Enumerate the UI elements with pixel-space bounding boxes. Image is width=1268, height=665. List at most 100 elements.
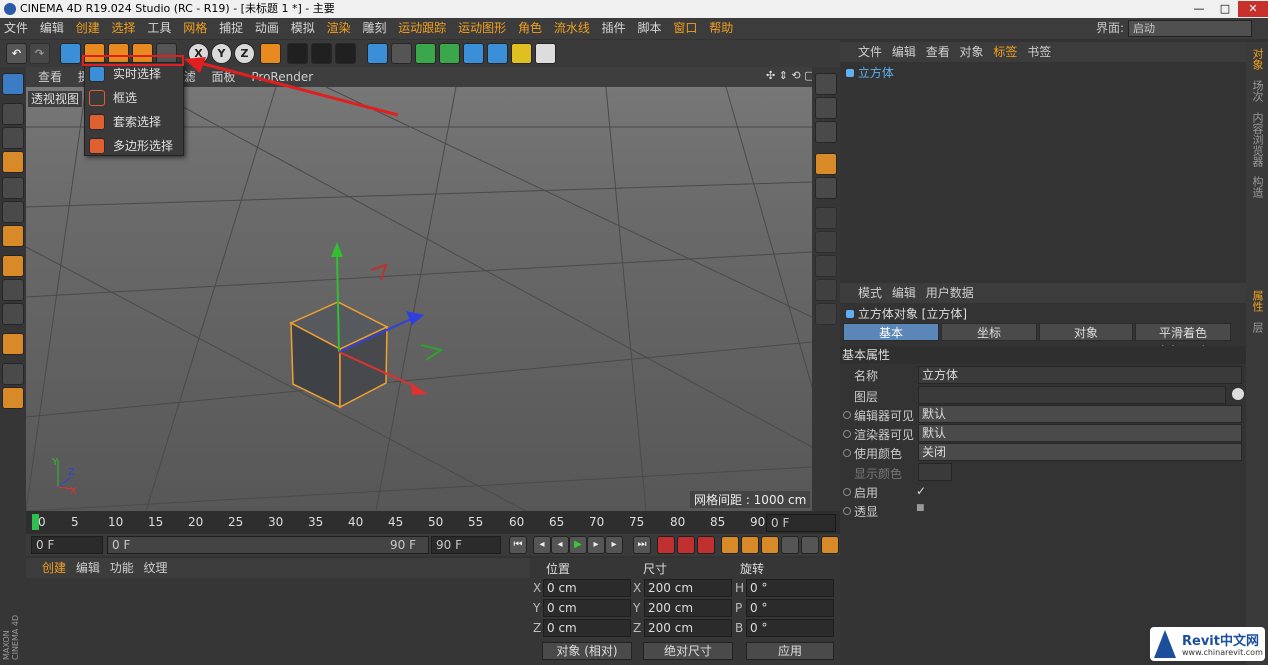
dropdown-lasso-selection[interactable]: 套索选择	[85, 111, 183, 133]
obj-menu-view[interactable]: 查看	[926, 42, 950, 62]
attr-menu-mode[interactable]: 模式	[858, 283, 882, 303]
object-row-cube[interactable]: 立方体	[846, 66, 894, 80]
start-frame-field[interactable]: 0 F	[31, 536, 103, 554]
menu-help[interactable]: 帮助	[705, 18, 737, 39]
obj-menu-bookmarks[interactable]: 书签	[1027, 42, 1051, 62]
current-frame-field[interactable]: 0 F	[766, 514, 836, 532]
attr-menu-userdata[interactable]: 用户数据	[926, 283, 974, 303]
magnet-icon[interactable]	[2, 333, 24, 355]
brush-icon[interactable]	[815, 177, 837, 199]
dropdown-polygon-selection[interactable]: 多边形选择	[85, 135, 183, 157]
auto-key-icon[interactable]	[677, 536, 695, 554]
attr-menu-edit[interactable]: 编辑	[892, 283, 916, 303]
workplane-mode-icon[interactable]	[2, 151, 24, 173]
next-frame-icon[interactable]: ▸	[587, 536, 605, 554]
timeline-ruler[interactable]: 0 5 10 15 20 25 30 35 40 45 50 55 60 65 …	[26, 511, 840, 534]
tab-phong[interactable]: 平滑着色(Phong)	[1135, 323, 1231, 358]
obj-menu-file[interactable]: 文件	[858, 42, 882, 62]
material-menu-texture[interactable]: 纹理	[144, 558, 168, 578]
prop-editor-visible-select[interactable]: 默认	[918, 405, 1242, 423]
bevel-icon[interactable]	[815, 255, 837, 277]
material-menu-function[interactable]: 功能	[110, 558, 134, 578]
rectangle-selection-icon[interactable]	[815, 73, 837, 95]
polygons-mode-icon[interactable]	[2, 225, 24, 247]
menu-window[interactable]: 窗口	[669, 18, 701, 39]
side-tab-layers[interactable]: 层	[1248, 322, 1266, 333]
size-mode-select[interactable]: 绝对尺寸	[643, 642, 733, 660]
floor-icon[interactable]	[487, 43, 508, 64]
undo-button[interactable]: ↶	[6, 43, 27, 64]
menu-file[interactable]: 文件	[0, 18, 32, 39]
bend-deformer-icon[interactable]	[463, 43, 484, 64]
viewport-menu-view[interactable]: 查看	[38, 67, 62, 87]
end-frame-field[interactable]: 90 F	[431, 536, 501, 554]
array-icon[interactable]	[439, 43, 460, 64]
dropdown-live-selection[interactable]: 实时选择	[85, 63, 183, 85]
planar-workplane-icon[interactable]	[2, 387, 24, 409]
side-tab-takes[interactable]: 场次	[1248, 80, 1266, 102]
weld-icon[interactable]	[815, 303, 837, 325]
prop-xray-checkbox[interactable]: ■	[916, 503, 925, 513]
subdivision-surface-icon[interactable]	[415, 43, 436, 64]
tab-basic[interactable]: 基本	[843, 323, 939, 341]
rotation-key-icon[interactable]	[761, 536, 779, 554]
redo-button[interactable]: ↷	[29, 43, 50, 64]
texture-mode-icon[interactable]	[2, 127, 24, 149]
menu-sculpt[interactable]: 雕刻	[358, 18, 390, 39]
make-editable-icon[interactable]	[2, 73, 24, 95]
menu-script[interactable]: 脚本	[634, 18, 666, 39]
edges-mode-icon[interactable]	[2, 201, 24, 223]
preview-range-slider[interactable]: 0 F 90 F	[107, 536, 429, 554]
size-y-field[interactable]: 200 cm	[644, 599, 732, 617]
pos-y-field[interactable]: 0 cm	[543, 599, 631, 617]
menu-pipeline[interactable]: 流水线	[550, 18, 594, 39]
camera-icon[interactable]	[511, 43, 532, 64]
close-button[interactable]: ✕	[1238, 1, 1268, 17]
position-key-icon[interactable]	[721, 536, 739, 554]
anim-dot-icon[interactable]	[843, 488, 851, 496]
goto-start-icon[interactable]: ⏮	[509, 536, 527, 554]
anim-dot-icon[interactable]	[843, 449, 851, 457]
object-manager[interactable]	[840, 62, 1246, 282]
minimize-button[interactable]: —	[1186, 1, 1212, 17]
material-menu-edit[interactable]: 编辑	[76, 558, 100, 578]
side-tab-content-browser[interactable]: 内容浏览器	[1248, 112, 1266, 167]
bridge-icon[interactable]	[815, 231, 837, 253]
lasso-selection-icon[interactable]	[815, 97, 837, 119]
extrude-icon[interactable]	[815, 153, 837, 175]
obj-menu-objects[interactable]: 对象	[960, 42, 984, 62]
menu-edit[interactable]: 编辑	[36, 18, 68, 39]
polygon-selection-icon[interactable]	[815, 121, 837, 143]
side-tab-objects[interactable]: 对象	[1248, 48, 1266, 70]
anim-dot-icon[interactable]	[843, 430, 851, 438]
snap-icon[interactable]	[2, 303, 24, 325]
layer-picker-icon[interactable]	[1232, 388, 1244, 400]
menu-motion-tracking[interactable]: 运动跟踪	[394, 18, 450, 39]
prop-render-visible-select[interactable]: 默认	[918, 424, 1242, 442]
menu-mesh[interactable]: 网格	[179, 18, 211, 39]
menu-animate[interactable]: 动画	[251, 18, 283, 39]
tab-object[interactable]: 对象	[1039, 323, 1133, 341]
points-mode-icon[interactable]	[2, 177, 24, 199]
obj-menu-tags[interactable]: 标签	[993, 42, 1017, 62]
keyframe-selection-icon[interactable]	[697, 536, 715, 554]
prop-display-color-swatch[interactable]	[918, 463, 952, 481]
lock-workplane-icon[interactable]	[2, 363, 24, 385]
menu-create[interactable]: 创建	[72, 18, 104, 39]
menu-select[interactable]: 选择	[108, 18, 140, 39]
parameter-key-icon[interactable]	[781, 536, 799, 554]
rot-b-field[interactable]: 0 °	[746, 619, 834, 637]
menu-mograph[interactable]: 运动图形	[454, 18, 510, 39]
model-mode-icon[interactable]	[2, 103, 24, 125]
next-key-icon[interactable]: ▸	[605, 536, 623, 554]
scale-key-icon[interactable]	[741, 536, 759, 554]
coordinate-mode-select[interactable]: 对象 (相对)	[542, 642, 632, 660]
prop-enabled-checkbox[interactable]: ✓	[916, 484, 926, 498]
pos-z-field[interactable]: 0 cm	[543, 619, 631, 637]
rot-p-field[interactable]: 0 °	[746, 599, 834, 617]
knife-icon[interactable]	[815, 207, 837, 229]
anim-dot-icon[interactable]	[843, 411, 851, 419]
record-keys-icon[interactable]	[657, 536, 675, 554]
axis-mode-icon[interactable]	[2, 255, 24, 277]
tweak-mode-icon[interactable]	[2, 279, 24, 301]
